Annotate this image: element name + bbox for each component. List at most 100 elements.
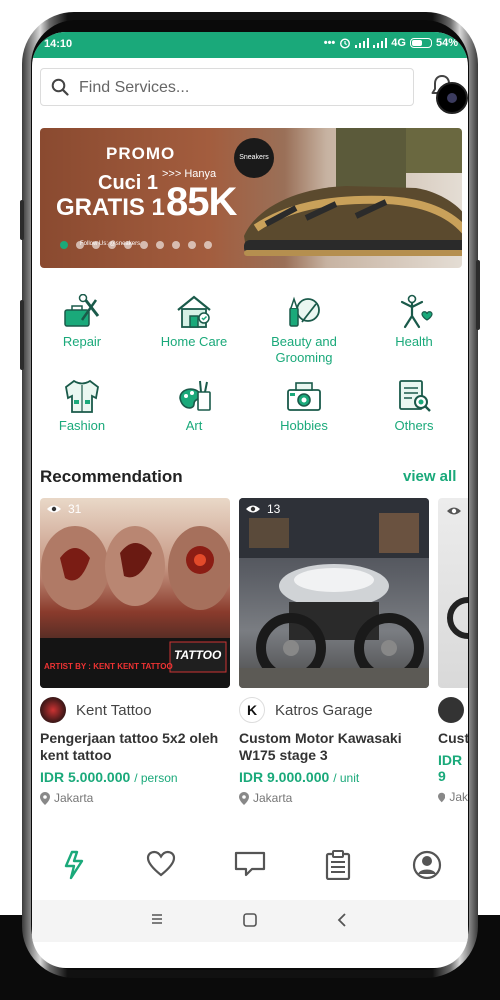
front-camera [436,82,468,114]
service-card[interactable]: 31 TATTOO ARTIST BY : KENT KENT TATTOO K… [40,498,230,805]
price-unit: / unit [333,771,360,785]
back-icon[interactable] [336,912,348,928]
home-button-icon[interactable] [242,912,258,928]
view-count: 13 [245,502,280,516]
network-type: 4G [391,37,406,49]
clipboard-icon[interactable] [325,850,351,880]
service-image: 13 [239,498,429,688]
service-title: Pengerjaan tattoo 5x2 oleh kent tattoo [40,730,219,763]
location-pin-icon [40,791,50,805]
service-title: Cust [438,730,468,746]
heart-icon[interactable] [146,850,176,878]
promo-line1: Cuci 1 [98,172,159,194]
service-location: Jak [438,790,468,804]
battery-icon [409,38,432,48]
home-bolt-icon[interactable] [62,850,86,880]
vendor-logo: K [239,697,265,723]
eye-icon [47,505,61,513]
service-location: Jakarta [40,791,230,805]
beauty-icon [289,296,320,327]
recommendation-title: Recommendation [40,467,183,486]
carousel-dot[interactable] [140,241,148,249]
category-label: Hobbies [280,418,328,433]
service-card[interactable]: 13 K Katros Garage Custom Motor Kawasaki… [239,498,429,805]
location-text: Jak [449,790,468,804]
app-screen: 14:10 ••• 4G 54% Find Services... PROMO … [32,32,468,968]
vendor-row[interactable]: K Katros Garage [239,696,429,724]
service-card[interactable]: Cust IDR 9 Jak [438,498,468,804]
repair-icon [64,294,100,327]
fashion-icon [65,379,99,413]
category-others[interactable]: Others [364,378,464,434]
category-label: Fashion [58,418,106,433]
search-placeholder: Find Services... [79,79,190,96]
carousel-dot[interactable] [156,241,164,249]
category-health[interactable]: Health [364,294,464,350]
vendor-row[interactable] [438,696,468,724]
vendor-logo [438,697,464,723]
location-pin-icon [239,791,249,805]
health-icon [400,294,433,329]
battery-level: 54% [435,37,458,49]
category-label: Health [395,334,433,349]
carousel-dot[interactable] [204,241,212,249]
vendor-name: Katros Garage [275,701,373,719]
system-nav-bar [32,900,468,942]
bottom-nav [32,840,468,898]
carousel-dot[interactable] [60,241,68,249]
signal-icon [355,38,370,48]
vendor-row[interactable]: Kent Tattoo [40,696,230,724]
category-hobbies[interactable]: Hobbies [254,378,354,434]
category-repair[interactable]: Repair [32,294,132,350]
service-price: IDR 5.000.000 / person [40,769,230,785]
promo-label: PROMO [106,144,176,163]
tattoo-badge: TATTOO [174,648,222,662]
category-label: Home Care [160,334,228,349]
promo-banner[interactable]: PROMO Cuci 1 >>> Hanya GRATIS 1 85K Snea… [40,128,462,268]
promo-hanya: >>> Hanya [162,168,217,180]
category-label: Art [185,418,203,433]
view-count: 31 [46,502,81,516]
price-value: IDR 9.000.000 [239,769,330,785]
product-photo [447,597,468,639]
service-location: Jakarta [239,791,429,805]
service-image: 31 TATTOO ARTIST BY : KENT KENT TATTOO [40,498,230,688]
category-beauty[interactable]: Beauty and Grooming [254,294,354,366]
profile-icon[interactable] [412,850,442,880]
volume-button [20,200,24,240]
motorcycle-photo [239,498,429,688]
service-title: Custom Motor Kawasaki W175 stage 3 [239,730,402,763]
category-label: Repair [62,334,102,349]
view-count-value: 31 [68,502,82,516]
carousel-dot[interactable] [188,241,196,249]
category-art[interactable]: Art [144,378,244,434]
art-icon [179,380,211,411]
service-price: IDR 9.000.000 / unit [239,769,429,785]
category-label: Beauty and Grooming [271,334,337,365]
recent-apps-icon[interactable] [150,912,164,926]
view-all-link[interactable]: view all [403,468,456,485]
banner-footer: Follow Us: @sneakers [80,241,141,247]
carousel-dot[interactable] [172,241,180,249]
chat-icon[interactable] [234,850,266,878]
view-count-value: 13 [267,502,281,516]
home-care-icon [177,295,211,328]
hobbies-icon [287,382,321,411]
power-button [476,260,480,330]
eye-icon [246,505,260,513]
location-text: Jakarta [253,791,293,805]
location-pin-icon [438,792,446,802]
promo-line2: GRATIS 1 [56,194,165,221]
dots-icon: ••• [323,37,336,49]
vendor-logo [40,697,66,723]
service-price: IDR 9 [438,752,463,784]
alarm-icon [340,38,351,49]
service-image [438,498,468,688]
status-bar: 14:10 ••• 4G 54% [32,32,468,58]
category-home-care[interactable]: Home Care [144,294,244,350]
vendor-name: Kent Tattoo [76,701,152,719]
category-fashion[interactable]: Fashion [32,378,132,434]
search-field[interactable]: Find Services... [40,68,414,106]
sneaker-image [244,128,462,256]
image-overlay-text: ARTIST BY : KENT KENT TATTOO [44,662,173,671]
